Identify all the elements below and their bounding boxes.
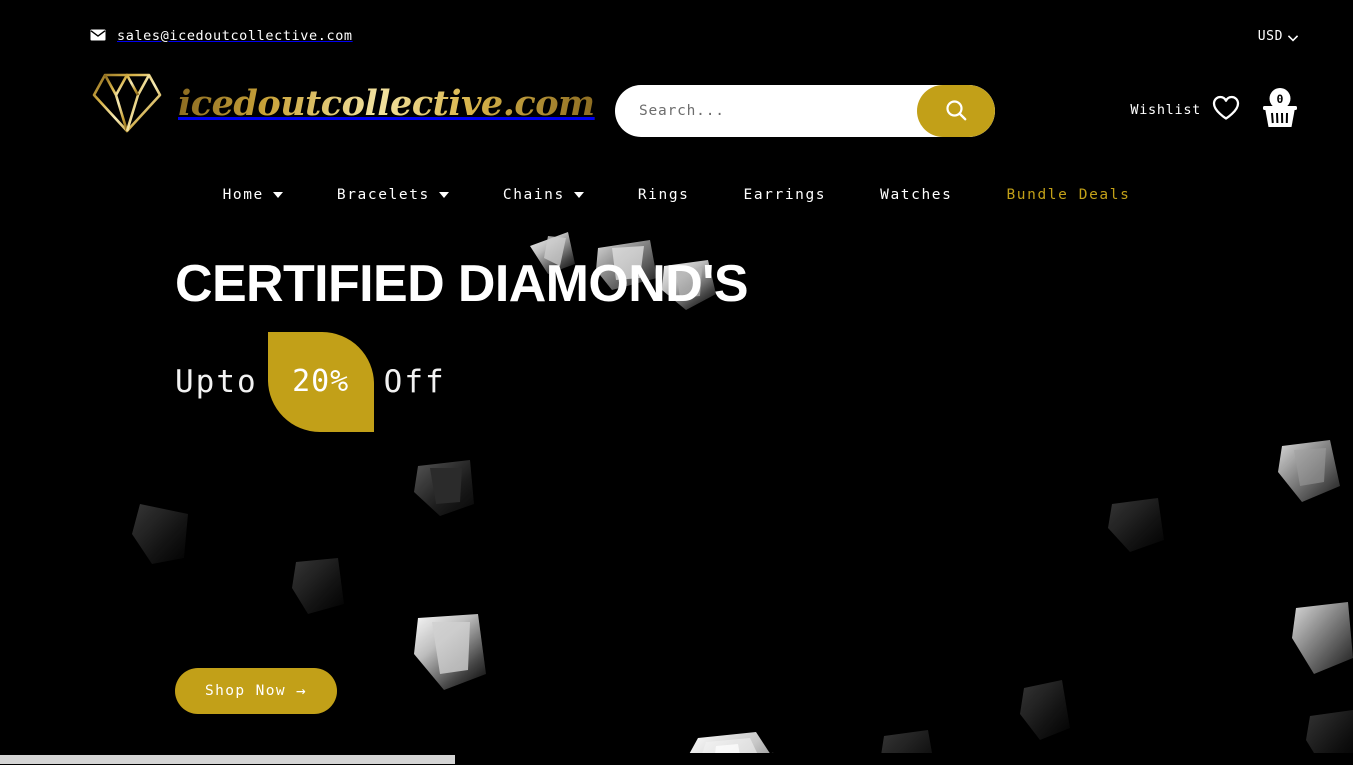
chevron-down-icon: [438, 192, 449, 198]
nav-label: Bundle Deals: [1006, 187, 1131, 203]
nav-item-bracelets: Bracelets: [310, 181, 476, 209]
chevron-down-icon: [573, 192, 584, 198]
nav-label: Watches: [880, 187, 953, 203]
hero-section: [0, 218, 1353, 753]
site-logo[interactable]: icedoutcollective.com: [90, 66, 595, 140]
nav-link-chains[interactable]: Chains: [476, 181, 611, 209]
heart-icon: [1212, 95, 1240, 125]
header-actions: Wishlist 0: [1130, 88, 1298, 132]
nav-link-home[interactable]: Home: [196, 181, 310, 209]
nav-label: Chains: [502, 187, 565, 203]
nav-link-earrings[interactable]: Earrings: [717, 181, 854, 209]
search-icon: [945, 99, 967, 124]
nav-label: Rings: [637, 187, 690, 203]
horizontal-scrollbar[interactable]: [0, 753, 1353, 765]
nav-link-rings[interactable]: Rings: [611, 181, 717, 209]
nav-item-watches: Watches: [853, 181, 979, 209]
search-input[interactable]: [615, 85, 917, 137]
nav-item-home: Home: [196, 181, 310, 209]
nav-item-chains: Chains: [476, 181, 611, 209]
nav-item-rings: Rings: [611, 181, 717, 209]
contact-email-link[interactable]: sales@icedoutcollective.com: [90, 26, 353, 45]
search-button[interactable]: [917, 85, 995, 137]
nav-list: Home Bracelets Chains Rings Earrings Wat…: [196, 181, 1158, 209]
nav-link-bundle-deals[interactable]: Bundle Deals: [979, 181, 1157, 209]
chevron-down-icon: [272, 192, 283, 198]
top-utility-bar: sales@icedoutcollective.com USD: [0, 0, 1353, 58]
site-header: icedoutcollective.com Wishlist 0: [0, 58, 1353, 162]
cart-link[interactable]: 0: [1262, 88, 1298, 132]
envelope-icon: [90, 26, 106, 45]
nav-link-watches[interactable]: Watches: [853, 181, 979, 209]
nav-link-bracelets[interactable]: Bracelets: [310, 181, 476, 209]
nav-item-bundle-deals: Bundle Deals: [979, 181, 1157, 209]
currency-value: USD: [1257, 29, 1283, 44]
cart-count-badge: 0: [1269, 88, 1291, 109]
nav-label: Earrings: [743, 187, 827, 203]
wishlist-label: Wishlist: [1130, 102, 1201, 118]
contact-email-text: sales@icedoutcollective.com: [117, 27, 353, 44]
nav-label: Bracelets: [336, 187, 430, 203]
wishlist-link[interactable]: Wishlist: [1130, 95, 1240, 125]
search-form[interactable]: [615, 85, 995, 137]
currency-selector[interactable]: USD: [1257, 27, 1299, 46]
site-logo-text: icedoutcollective.com: [178, 82, 595, 124]
main-navigation: Home Bracelets Chains Rings Earrings Wat…: [0, 172, 1353, 218]
diamond-icon: [90, 66, 164, 140]
nav-item-earrings: Earrings: [717, 181, 854, 209]
nav-label: Home: [222, 187, 264, 203]
horizontal-scrollbar-thumb[interactable]: [0, 755, 455, 764]
chevron-down-icon: [1287, 27, 1299, 46]
